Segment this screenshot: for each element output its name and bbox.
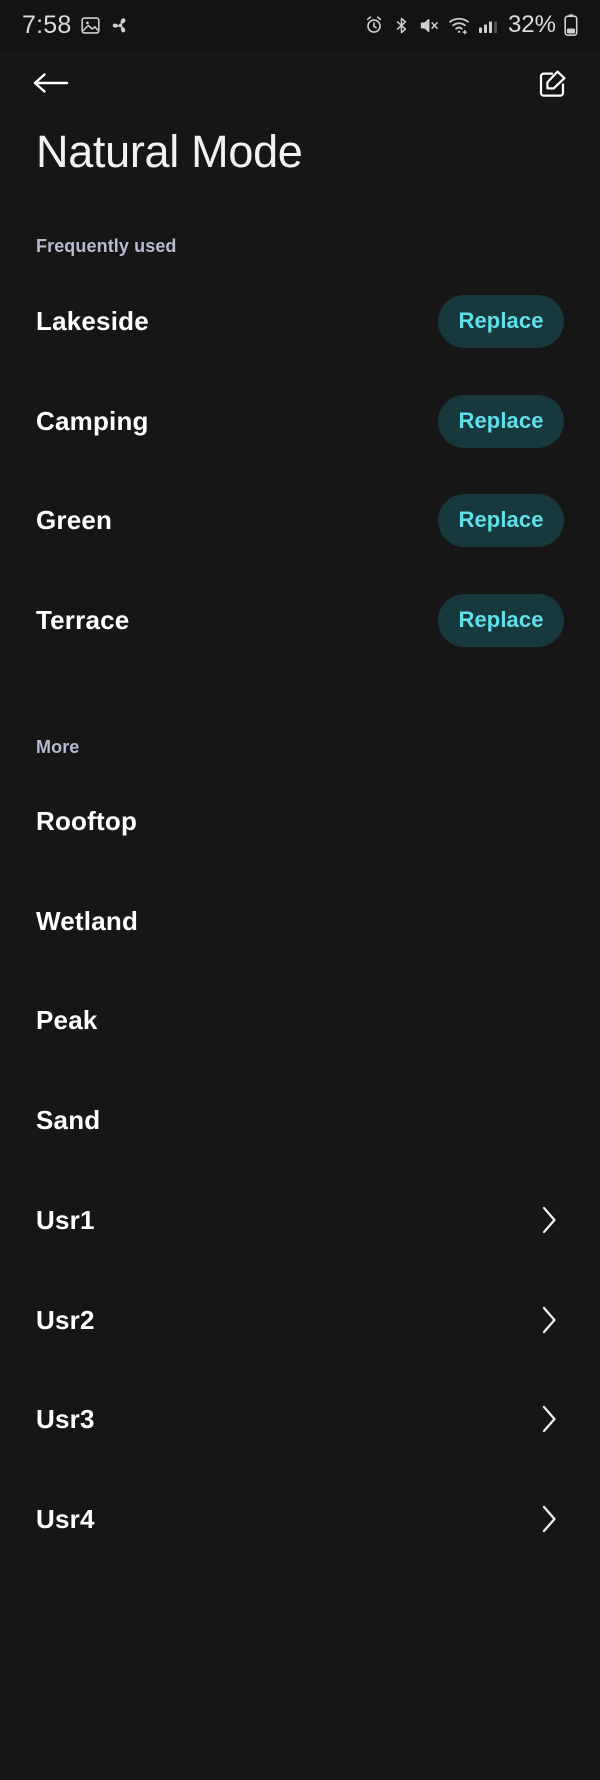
section-header-more: More [36,737,80,757]
replace-button[interactable]: Replace [438,394,564,448]
wifi-icon [448,14,470,36]
replace-button[interactable]: Replace [438,294,564,348]
edit-button[interactable] [526,62,578,108]
fan-icon [110,15,131,36]
list-item[interactable]: Usr1 [0,1170,600,1270]
section-header-frequently-used: Frequently used [36,236,177,256]
list-item-action [536,1302,564,1338]
replace-button[interactable]: Replace [438,493,564,547]
status-clock: 7:58 [22,10,72,39]
status-bar-left: 7:58 [22,11,131,40]
list-item-action: Replace [438,294,564,348]
list-item-label: Rooftop [36,805,138,836]
list-item[interactable]: Green Replace [0,470,600,570]
list-item[interactable]: Usr2 [0,1270,600,1370]
screenshot-icon [80,15,101,36]
signal-icon [478,16,498,34]
chevron-right-icon[interactable] [536,1401,562,1437]
mute-icon [419,15,440,36]
list-item-label: Usr3 [36,1403,95,1434]
status-bar-right: 32% [364,11,578,39]
list-item[interactable]: Sand [0,1070,600,1170]
list-item[interactable]: Usr3 [0,1369,600,1469]
battery-icon [564,14,578,36]
list-item-label: Green [36,504,113,535]
edit-compose-icon [536,67,568,104]
app-screen: 7:58 32% Natural Mode Frequently used La… [0,0,600,1780]
page-title: Natural Mode [36,126,303,177]
chevron-right-icon[interactable] [536,1302,562,1338]
status-bar: 7:58 32% [0,0,600,50]
list-item-label: Usr1 [36,1204,95,1235]
bluetooth-icon [392,16,411,35]
app-bar [0,50,600,120]
list-item[interactable]: Lakeside Replace [0,271,600,371]
list-item-label: Sand [36,1104,101,1135]
list-item[interactable]: Wetland [0,871,600,971]
list-item-label: Peak [36,1004,98,1035]
list-item-label: Wetland [36,905,139,936]
list-item[interactable]: Terrace Replace [0,570,600,670]
list-item-action: Replace [438,394,564,448]
battery-percent-label: 32% [507,11,556,38]
list-item-label: Lakeside [36,305,149,336]
list-item-action: Replace [438,493,564,547]
list-item[interactable]: Rooftop [0,771,600,871]
list-item-action: Replace [438,593,564,647]
alarm-icon [364,15,384,35]
list-item-label: Camping [36,405,149,436]
list-item-action [536,1401,564,1437]
list-item-label: Usr2 [36,1304,95,1335]
list-item[interactable]: Camping Replace [0,371,600,471]
chevron-right-icon[interactable] [536,1202,562,1238]
list-item[interactable]: Usr4 [0,1469,600,1569]
chevron-right-icon[interactable] [536,1501,562,1537]
back-button[interactable] [24,62,76,108]
list-item[interactable]: Peak [0,970,600,1070]
arrow-left-icon [30,66,70,105]
list-item-action [536,1501,564,1537]
list-item-label: Terrace [36,604,130,635]
replace-button[interactable]: Replace [438,593,564,647]
list-item-label: Usr4 [36,1503,95,1534]
list-item-action [536,1202,564,1238]
